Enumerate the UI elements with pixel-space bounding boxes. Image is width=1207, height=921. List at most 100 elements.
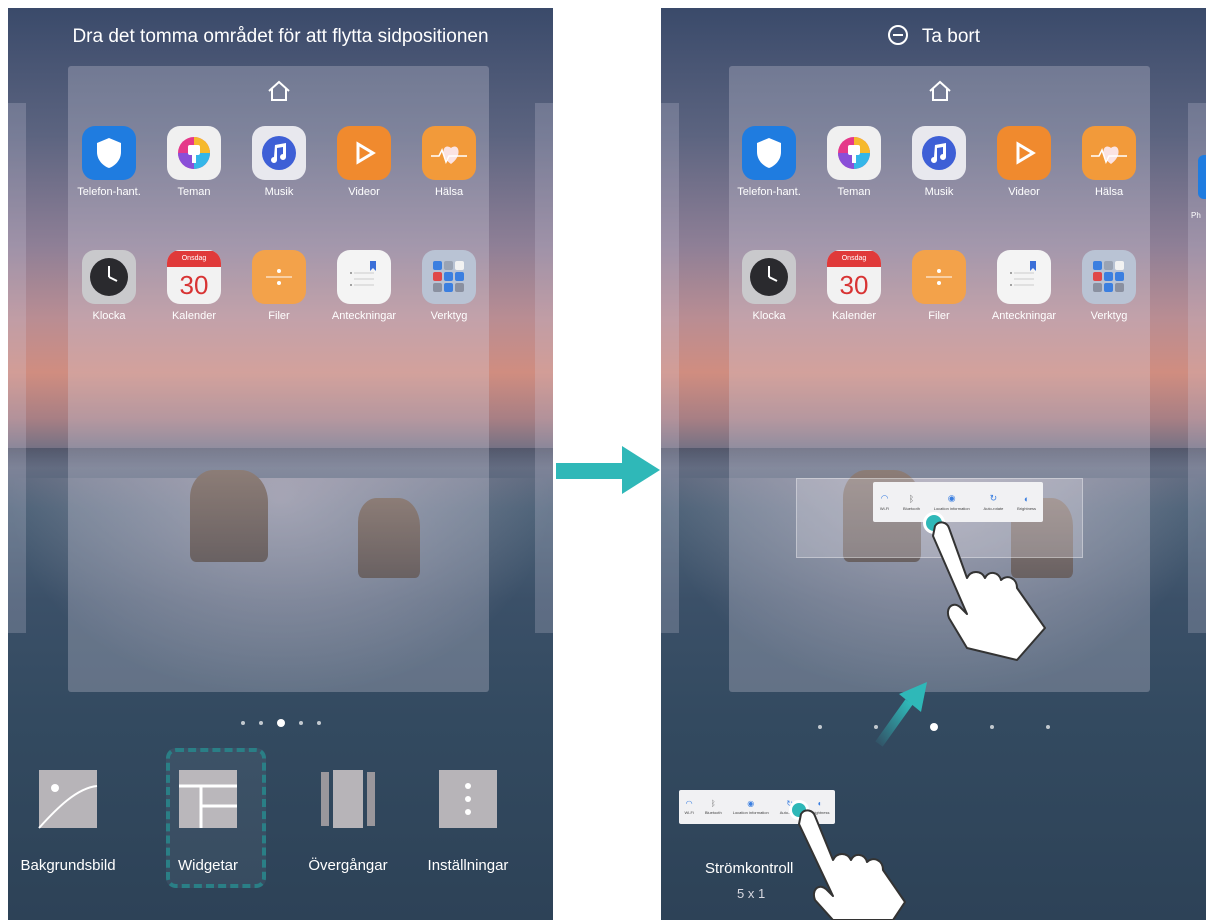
page-dot[interactable] <box>258 720 263 725</box>
app-notes[interactable]: Anteckningar <box>984 250 1064 322</box>
app-clock[interactable]: Klocka <box>729 250 809 322</box>
widget-name: Strömkontroll <box>705 860 794 877</box>
app-health[interactable]: Hälsa <box>1069 126 1149 198</box>
app-label: Hälsa <box>434 186 464 198</box>
app-music[interactable]: Musik <box>899 126 979 198</box>
music-icon <box>912 126 966 180</box>
themes-icon <box>167 126 221 180</box>
app-files[interactable]: Filer <box>239 250 319 322</box>
clock-icon <box>742 250 796 304</box>
page-dot[interactable] <box>817 724 822 729</box>
wallpaper-label: Bakgrundsbild <box>20 857 116 874</box>
app-clock[interactable]: Klocka <box>69 250 149 322</box>
widget-item-label: Bluetooth <box>704 810 722 815</box>
adjacent-page-right[interactable] <box>535 103 553 633</box>
app-themes[interactable]: Teman <box>814 126 894 198</box>
right-screen: Ph Ta bort Telefon-hant. Teman Musik Vid… <box>661 8 1206 920</box>
widget-item[interactable]: ◉ Location information <box>733 799 769 815</box>
phone-manager-icon <box>82 126 136 180</box>
app-videos[interactable]: Videor <box>324 126 404 198</box>
app-calendar[interactable]: Onsdag 30 Kalender <box>154 250 234 322</box>
adjacent-page-right[interactable]: Ph <box>1188 103 1206 633</box>
app-label: Filer <box>928 310 950 322</box>
wifi-icon: ◠ <box>685 799 693 808</box>
widget-item-label: Location information <box>933 506 970 511</box>
transitions-icon <box>321 770 375 828</box>
app-label: Filer <box>268 310 290 322</box>
wifi-icon: ◠ <box>880 493 889 503</box>
app-label: Kalender <box>171 310 217 322</box>
app-label: Kalender <box>831 310 877 322</box>
partial-app-label: Ph <box>1191 211 1201 220</box>
page-indicator <box>661 718 1206 736</box>
transitions-button[interactable]: Övergångar <box>288 768 408 874</box>
widget-item[interactable]: ᛒ Bluetooth <box>705 799 722 815</box>
remove-zone[interactable]: Ta bort <box>661 24 1206 48</box>
page-dot[interactable] <box>316 720 321 725</box>
app-tools-folder[interactable]: Verktyg <box>409 250 489 322</box>
home-icon[interactable] <box>927 78 953 104</box>
location-icon: ◉ <box>747 799 755 808</box>
app-label: Videor <box>1008 186 1040 198</box>
widgets-button[interactable]: Widgetar <box>148 748 268 888</box>
home-icon[interactable] <box>266 78 292 104</box>
page-dot[interactable] <box>873 724 878 729</box>
app-phone-manager[interactable]: Telefon-hant. <box>69 126 149 198</box>
app-health[interactable]: Hälsa <box>409 126 489 198</box>
app-phone-manager[interactable]: Telefon-hant. <box>729 126 809 198</box>
app-notes[interactable]: Anteckningar <box>324 250 404 322</box>
widget-item-label: Bluetooth <box>903 505 920 511</box>
widget-item-label: Location information <box>732 810 769 815</box>
widget-item[interactable]: ᛒ Bluetooth <box>903 494 920 511</box>
widget-item[interactable]: ◠ Wi-Fi <box>880 493 889 511</box>
bluetooth-icon: ᛒ <box>908 493 915 504</box>
music-icon <box>252 126 306 180</box>
transitions-label: Övergångar <box>308 857 388 874</box>
page-dot[interactable] <box>298 720 303 725</box>
app-music[interactable]: Musik <box>239 126 319 198</box>
app-themes[interactable]: Teman <box>154 126 234 198</box>
adjacent-page-left[interactable] <box>8 103 26 633</box>
brightness-icon: ◐ <box>1023 493 1030 504</box>
settings-label: Inställningar <box>427 857 509 874</box>
tools-folder-icon <box>1082 250 1136 304</box>
widget-item-label: Wi-Fi <box>684 810 694 815</box>
widget-item-label: Brightness <box>1017 505 1037 511</box>
app-label: Teman <box>177 186 211 198</box>
page-dot[interactable] <box>989 724 994 729</box>
video-icon <box>337 126 391 180</box>
app-label: Telefon-hant. <box>737 186 801 198</box>
left-screen: Dra det tomma området för att flytta sid… <box>8 8 553 920</box>
settings-button[interactable]: Inställningar <box>408 768 528 874</box>
files-icon <box>912 250 966 304</box>
files-icon <box>252 250 306 304</box>
wallpaper-icon <box>38 770 98 829</box>
remove-label: Ta bort <box>921 26 981 47</box>
app-label: Anteckningar <box>331 310 397 322</box>
app-label: Verktyg <box>430 310 468 322</box>
remove-icon <box>887 25 908 45</box>
adjacent-page-left[interactable] <box>661 103 679 633</box>
widget-item[interactable]: ◠ Wi-Fi <box>685 799 694 815</box>
page-dot[interactable] <box>240 720 245 725</box>
settings-icon <box>439 770 497 828</box>
app-files[interactable]: Filer <box>899 250 979 322</box>
widget-item[interactable]: ◉ Location information <box>934 493 970 511</box>
calendar-icon: Onsdag 30 <box>167 250 221 304</box>
page-dot-active[interactable] <box>929 722 938 731</box>
page-dot[interactable] <box>1045 724 1050 729</box>
app-tools-folder[interactable]: Verktyg <box>1069 250 1149 322</box>
app-label: Telefon-hant. <box>77 186 141 198</box>
app-label: Klocka <box>752 310 786 322</box>
app-calendar[interactable]: Onsdag 30 Kalender <box>814 250 894 322</box>
drag-up-arrow-icon <box>875 682 927 747</box>
app-videos[interactable]: Videor <box>984 126 1064 198</box>
phone-manager-icon <box>742 126 796 180</box>
notes-icon <box>997 250 1051 304</box>
widget-item[interactable]: ◐ Brightness <box>1017 494 1036 511</box>
page-dot-active[interactable] <box>276 718 285 727</box>
power-control-widget-placed[interactable]: ◠ Wi-Fi ᛒ Bluetooth ◉ Location information … <box>873 482 1043 522</box>
calendar-icon: Onsdag 30 <box>827 250 881 304</box>
wallpaper-button[interactable]: Bakgrundsbild <box>8 768 128 874</box>
widget-item[interactable]: ↻ Auto-rotate <box>984 493 1004 511</box>
